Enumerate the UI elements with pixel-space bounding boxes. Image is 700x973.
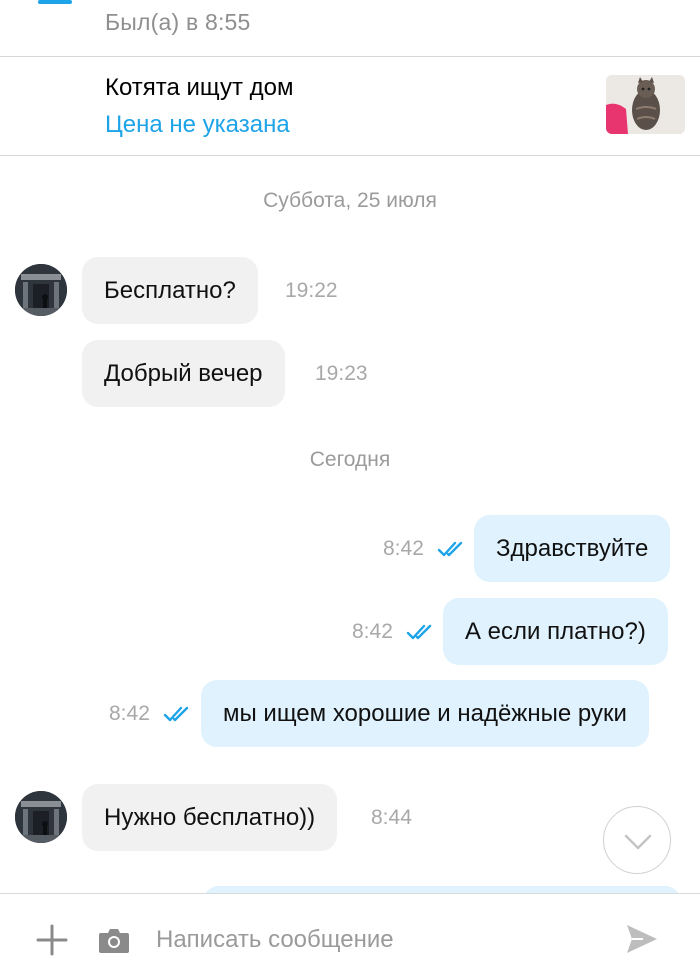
message-time: 19:23	[315, 362, 368, 385]
double-check-icon	[163, 706, 189, 722]
camera-icon[interactable]	[98, 926, 130, 954]
last-seen-status: Был(а) в 8:55	[105, 9, 251, 35]
listing-thumbnail[interactable]	[606, 75, 685, 134]
message-bubble-outgoing[interactable]: Здравствуйте	[474, 515, 671, 582]
chevron-down-icon	[624, 834, 652, 850]
date-separator: Сегодня	[309, 448, 391, 471]
message-time: 8:42	[109, 702, 150, 725]
message-time: 8:44	[371, 806, 412, 829]
message-bubble-outgoing[interactable]: А если платно?)	[443, 598, 668, 665]
message-composer	[0, 893, 700, 973]
date-separator: Суббота, 25 июля	[263, 189, 437, 212]
plus-icon[interactable]	[36, 924, 68, 956]
listing-title[interactable]: Котята ищут дом	[105, 74, 293, 102]
message-input[interactable]	[156, 922, 576, 958]
message-time: 8:42	[352, 620, 393, 643]
message-time: 8:42	[383, 537, 424, 560]
send-icon[interactable]	[625, 923, 659, 955]
message-bubble-incoming[interactable]: Нужно бесплатно))	[82, 784, 338, 851]
message-bubble-outgoing[interactable]: мы ищем хорошие и надёжные руки	[201, 680, 649, 747]
avatar-image	[15, 791, 67, 843]
message-bubble-incoming[interactable]: Бесплатно?	[82, 257, 258, 324]
chat-header: Был(а) в 8:55	[0, 0, 700, 57]
listing-price: Цена не указана	[105, 111, 290, 138]
avatar[interactable]	[15, 264, 67, 316]
avatar-image	[15, 264, 67, 316]
scroll-to-bottom-button[interactable]	[603, 806, 671, 874]
message-bubble-incoming[interactable]: Добрый вечер	[82, 340, 285, 407]
message-time: 19:22	[285, 279, 338, 302]
arrow-left-icon[interactable]	[36, 0, 72, 20]
listing-card[interactable]: Котята ищут дом Цена не указана	[0, 58, 700, 156]
double-check-icon	[406, 624, 432, 640]
kitten-photo	[606, 75, 685, 134]
double-check-icon	[437, 541, 463, 557]
avatar[interactable]	[15, 791, 67, 843]
